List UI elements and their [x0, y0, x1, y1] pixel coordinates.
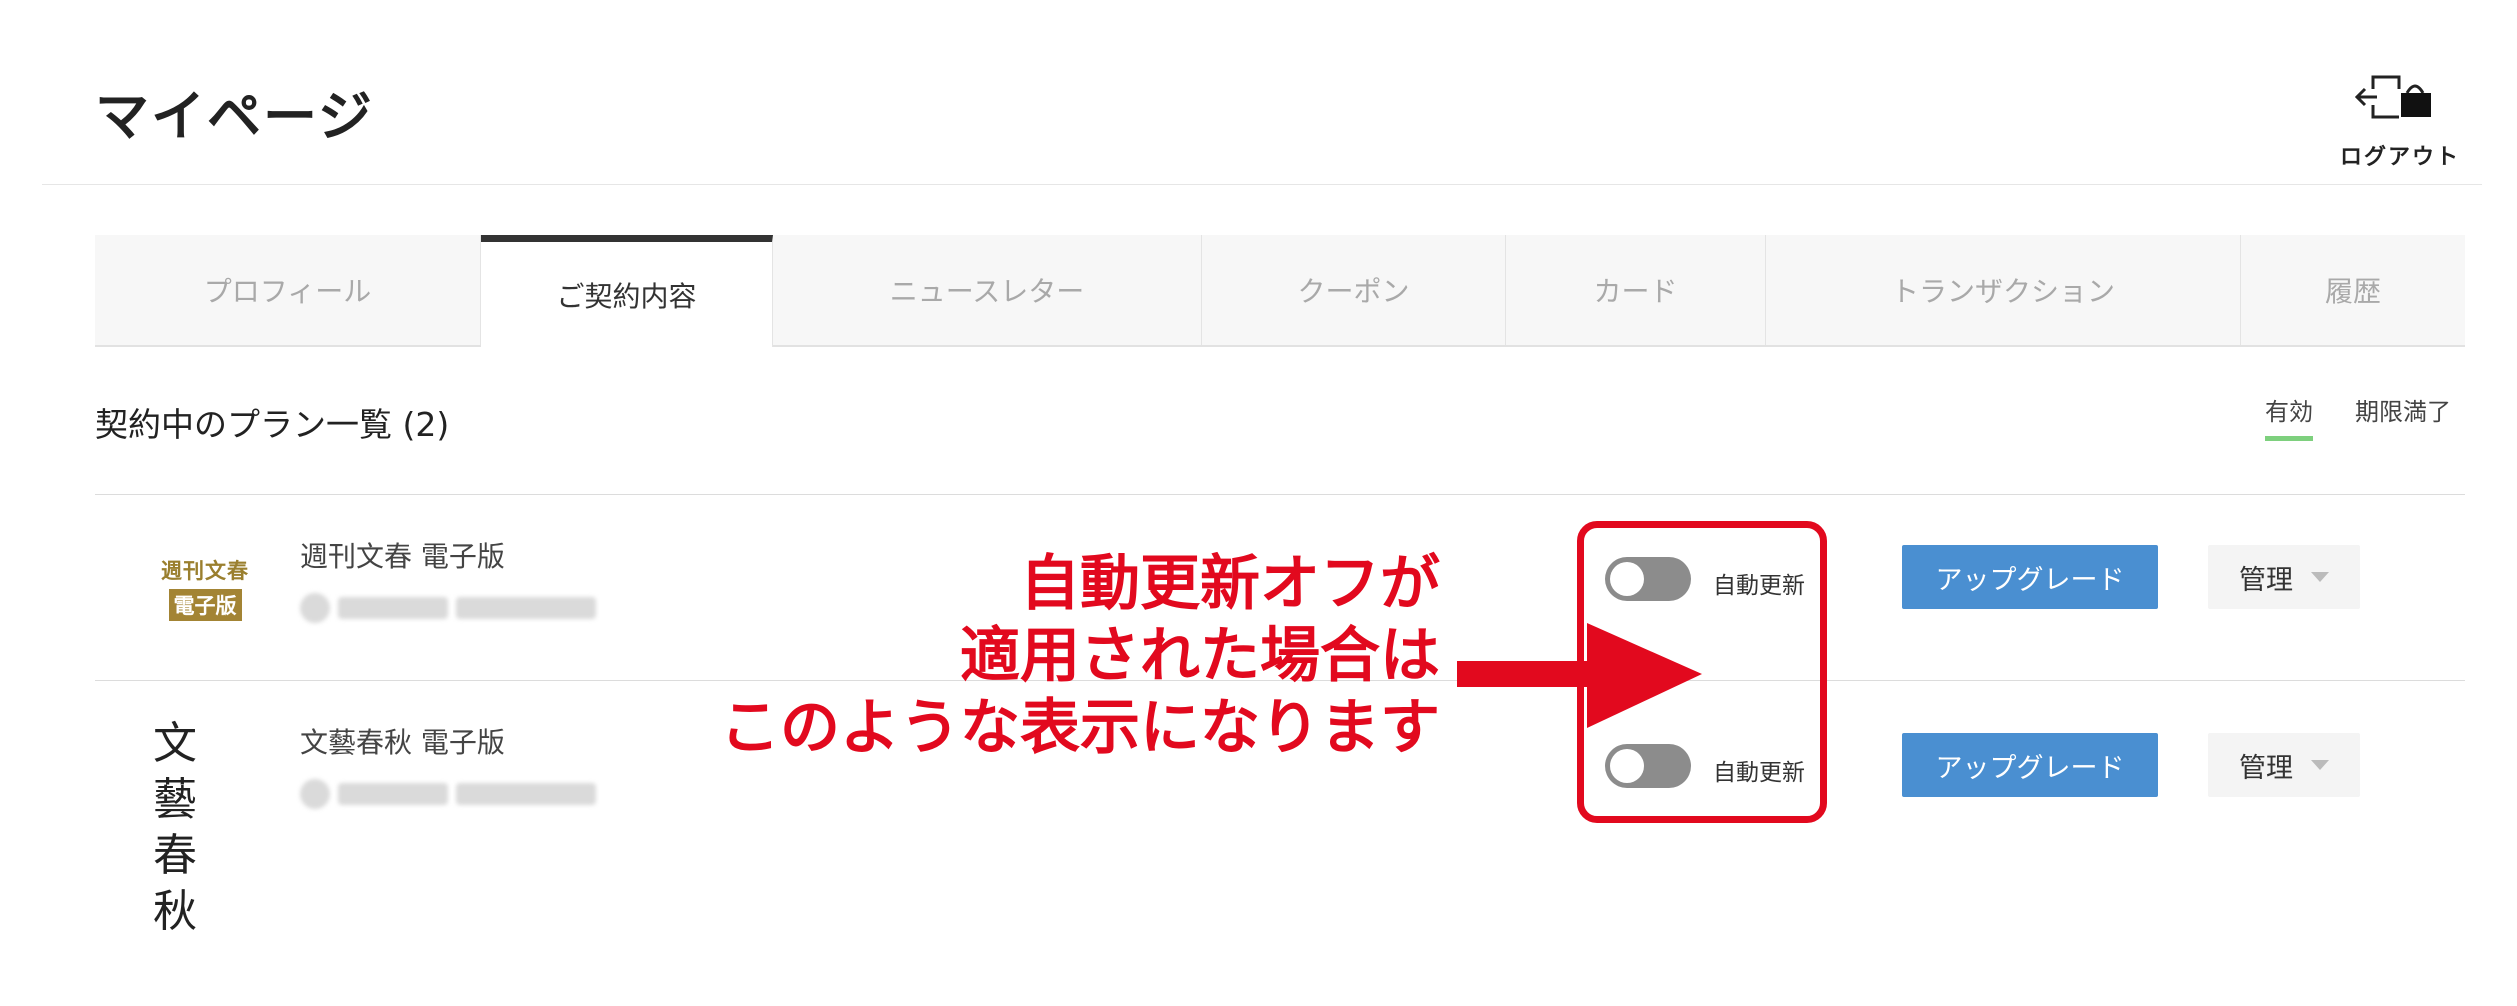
tab-coupon[interactable]: クーポン [1202, 235, 1506, 345]
logo-line1: 週刊文春 [161, 558, 249, 583]
tab-contract[interactable]: ご契約内容 [481, 235, 773, 347]
manage-dropdown[interactable]: 管理 [2208, 545, 2360, 609]
annotation-arrow-icon [1457, 623, 1702, 728]
bunshun-logo: 週刊文春 電子版 [155, 555, 255, 621]
annotation-text: 自動更新オフが 適用された場合は このような表示になります [560, 548, 1440, 764]
page-title: マイページ [95, 85, 374, 148]
plan-meta-redacted [300, 779, 610, 809]
chevron-down-icon [2311, 760, 2329, 770]
plan-name: 文藝春秋 電子版 [300, 726, 505, 759]
tab-card[interactable]: カード [1506, 235, 1766, 345]
manage-label: 管理 [2239, 564, 2293, 596]
logo-line2: 電子版 [168, 589, 242, 621]
upgrade-button[interactable]: アップグレード [1902, 545, 2158, 609]
filter-active[interactable]: 有効 [2265, 392, 2313, 441]
logo-line1: 文 藝 [153, 718, 209, 825]
tab-history[interactable]: 履歴 [2241, 235, 2465, 345]
tab-transaction[interactable]: トランザクション [1766, 235, 2241, 345]
logout-button[interactable]: ログアウト [2330, 75, 2470, 175]
logo-line2: 春 秋 [153, 830, 209, 937]
upgrade-button[interactable]: アップグレード [1902, 733, 2158, 797]
annotation-line3: このような表示になります [720, 693, 1440, 763]
tab-profile[interactable]: プロフィール [95, 235, 481, 345]
header-divider [42, 184, 2482, 185]
logout-label: ログアウト [2339, 145, 2460, 170]
tab-newsletter[interactable]: ニュースレター [773, 235, 1202, 345]
manage-dropdown[interactable]: 管理 [2208, 733, 2360, 797]
bungeishunju-logo: 文 藝 春 秋 [153, 716, 263, 940]
my-page: マイページ ログアウト プロフィール ご契約内容 ニュースレター クーポン カー… [0, 0, 2517, 1006]
chevron-down-icon [2311, 572, 2329, 582]
logout-icon [2355, 75, 2431, 119]
filter-expired[interactable]: 期限満了 [2355, 392, 2451, 427]
manage-label: 管理 [2239, 752, 2293, 784]
annotation-line1: 自動更新オフが [1020, 549, 1440, 619]
plan-name: 週刊文春 電子版 [300, 540, 505, 573]
tab-bar: プロフィール ご契約内容 ニュースレター クーポン カード トランザクション 履… [95, 235, 2465, 347]
annotation-line2: 適用された場合は [960, 621, 1440, 691]
plan-list-title: 契約中のプラン一覧 (2) [95, 405, 450, 444]
